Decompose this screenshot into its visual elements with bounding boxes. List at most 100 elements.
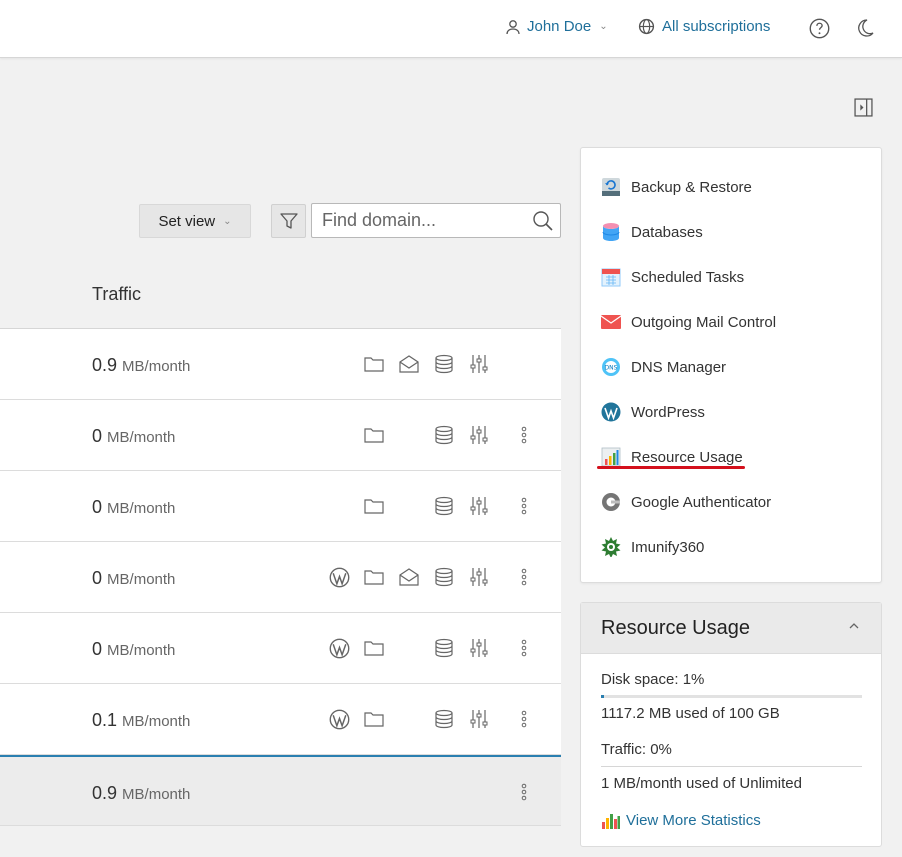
sidebar-item-dns-manager[interactable]: DNS DNS Manager <box>601 354 726 380</box>
top-bar: John Doe ⌄ All subscriptions <box>0 0 902 58</box>
more-options-icon[interactable] <box>513 708 535 730</box>
filter-button[interactable] <box>271 204 306 238</box>
search-icon[interactable] <box>532 210 554 237</box>
traffic-value: 0 <box>92 568 103 588</box>
folder-icon[interactable] <box>363 566 385 588</box>
settings-sliders-icon[interactable] <box>468 708 490 730</box>
view-more-statistics-label: View More Statistics <box>626 811 761 829</box>
traffic-cell: 0.9 MB/month <box>92 355 190 376</box>
tools-panel: Backup & Restore Databases Scheduled Tas… <box>580 147 882 583</box>
svg-text:DNS: DNS <box>605 365 618 372</box>
folder-icon[interactable] <box>363 637 385 659</box>
sidebar-item-label: Resource Usage <box>631 448 743 466</box>
resource-usage-header[interactable]: Resource Usage <box>581 603 881 654</box>
more-options-icon[interactable] <box>513 566 535 588</box>
database-icon <box>601 222 621 242</box>
search-box <box>311 203 561 238</box>
traffic-unit: MB/month <box>122 358 191 375</box>
traffic-percent: 0% <box>650 741 672 758</box>
theme-toggle[interactable] <box>855 18 875 43</box>
sidebar-item-label: Databases <box>631 223 703 241</box>
chevron-down-icon: ⌄ <box>599 21 608 32</box>
mail-icon <box>601 312 621 332</box>
table-row[interactable]: 0.1 MB/month <box>0 684 561 755</box>
sidebar-item-label: DNS Manager <box>631 358 727 376</box>
table-row[interactable]: 0 MB/month <box>0 542 561 613</box>
table-row-selected[interactable]: 0.9 MB/month <box>0 755 561 826</box>
sidebar-item-label: Imunify360 <box>631 538 705 556</box>
filter-icon <box>279 213 298 229</box>
sidebar-item-databases[interactable]: Databases <box>601 219 703 245</box>
folder-icon[interactable] <box>363 708 385 730</box>
wordpress-icon[interactable] <box>328 708 350 730</box>
folder-icon[interactable] <box>363 495 385 517</box>
authenticator-icon <box>601 492 621 512</box>
sidebar-item-imunify360[interactable]: Imunify360 <box>601 534 704 560</box>
chevron-down-icon: ⌄ <box>223 215 232 227</box>
table-row[interactable]: 0 MB/month <box>0 613 561 684</box>
view-more-statistics-link[interactable]: View More Statistics <box>601 810 761 830</box>
table-row[interactable]: 0 MB/month <box>0 471 561 542</box>
sidebar-item-label: WordPress <box>631 403 705 421</box>
traffic-detail: 1 MB/month used of Unlimited <box>601 775 802 792</box>
folder-icon[interactable] <box>363 353 385 375</box>
subscriptions-menu[interactable]: All subscriptions <box>638 18 770 35</box>
mail-icon[interactable] <box>398 353 420 375</box>
set-view-button[interactable]: Set view ⌄ <box>139 204 251 238</box>
folder-icon[interactable] <box>363 424 385 446</box>
sidebar-item-outgoing-mail-control[interactable]: Outgoing Mail Control <box>601 309 776 335</box>
database-icon[interactable] <box>433 566 455 588</box>
mail-icon[interactable] <box>398 566 420 588</box>
traffic-cell: 0.1 MB/month <box>92 710 190 731</box>
settings-sliders-icon[interactable] <box>468 424 490 446</box>
collapse-panel-button[interactable] <box>854 98 873 122</box>
more-options-icon[interactable] <box>513 495 535 517</box>
help-button[interactable] <box>809 18 830 44</box>
database-icon[interactable] <box>433 637 455 659</box>
traffic-unit: MB/month <box>107 571 176 588</box>
disk-detail: 1117.2 MB used of 100 GB <box>601 705 780 722</box>
traffic-cell: 0 MB/month <box>92 568 175 589</box>
database-icon[interactable] <box>433 353 455 375</box>
traffic-unit: MB/month <box>122 713 191 730</box>
statistics-icon <box>602 814 620 829</box>
traffic-label: Traffic: <box>601 741 647 758</box>
sidebar-item-label: Scheduled Tasks <box>631 268 745 286</box>
traffic-line: Traffic: 0% <box>601 741 672 758</box>
table-row[interactable]: 0 MB/month <box>0 400 561 471</box>
column-traffic-header[interactable]: Traffic <box>92 284 141 305</box>
database-icon[interactable] <box>433 424 455 446</box>
wordpress-icon[interactable] <box>328 637 350 659</box>
traffic-cell: 0.9 MB/month <box>92 783 190 804</box>
settings-sliders-icon[interactable] <box>468 566 490 588</box>
highlight-underline <box>597 466 745 469</box>
globe-icon <box>638 18 655 35</box>
settings-sliders-icon[interactable] <box>468 353 490 375</box>
sidebar-item-scheduled-tasks[interactable]: Scheduled Tasks <box>601 264 744 290</box>
search-input[interactable] <box>312 204 522 237</box>
wordpress-icon <box>601 402 621 422</box>
user-menu[interactable]: John Doe ⌄ <box>505 18 608 35</box>
sidebar-item-wordpress[interactable]: WordPress <box>601 399 705 425</box>
database-icon[interactable] <box>433 495 455 517</box>
user-icon <box>506 19 520 34</box>
domains-table: Traffic 0.9 MB/month 0 MB/month 0 MB/mon… <box>0 258 561 826</box>
traffic-cell: 0 MB/month <box>92 497 175 518</box>
settings-sliders-icon[interactable] <box>468 495 490 517</box>
chevron-up-icon[interactable] <box>847 619 861 638</box>
settings-sliders-icon[interactable] <box>468 637 490 659</box>
dns-icon: DNS <box>601 357 621 377</box>
sidebar-item-backup-restore[interactable]: Backup & Restore <box>601 174 752 200</box>
panel-collapse-icon <box>854 98 873 117</box>
table-header: Traffic <box>0 258 561 329</box>
sidebar-item-label: Backup & Restore <box>631 178 752 196</box>
traffic-unit: MB/month <box>122 786 191 803</box>
database-icon[interactable] <box>433 708 455 730</box>
table-row[interactable]: 0.9 MB/month <box>0 329 561 400</box>
wordpress-icon[interactable] <box>328 566 350 588</box>
more-options-icon[interactable] <box>513 424 535 446</box>
sidebar-item-google-authenticator[interactable]: Google Authenticator <box>601 489 771 515</box>
more-options-icon[interactable] <box>513 781 535 803</box>
disk-usage-bar <box>601 695 862 698</box>
more-options-icon[interactable] <box>513 637 535 659</box>
